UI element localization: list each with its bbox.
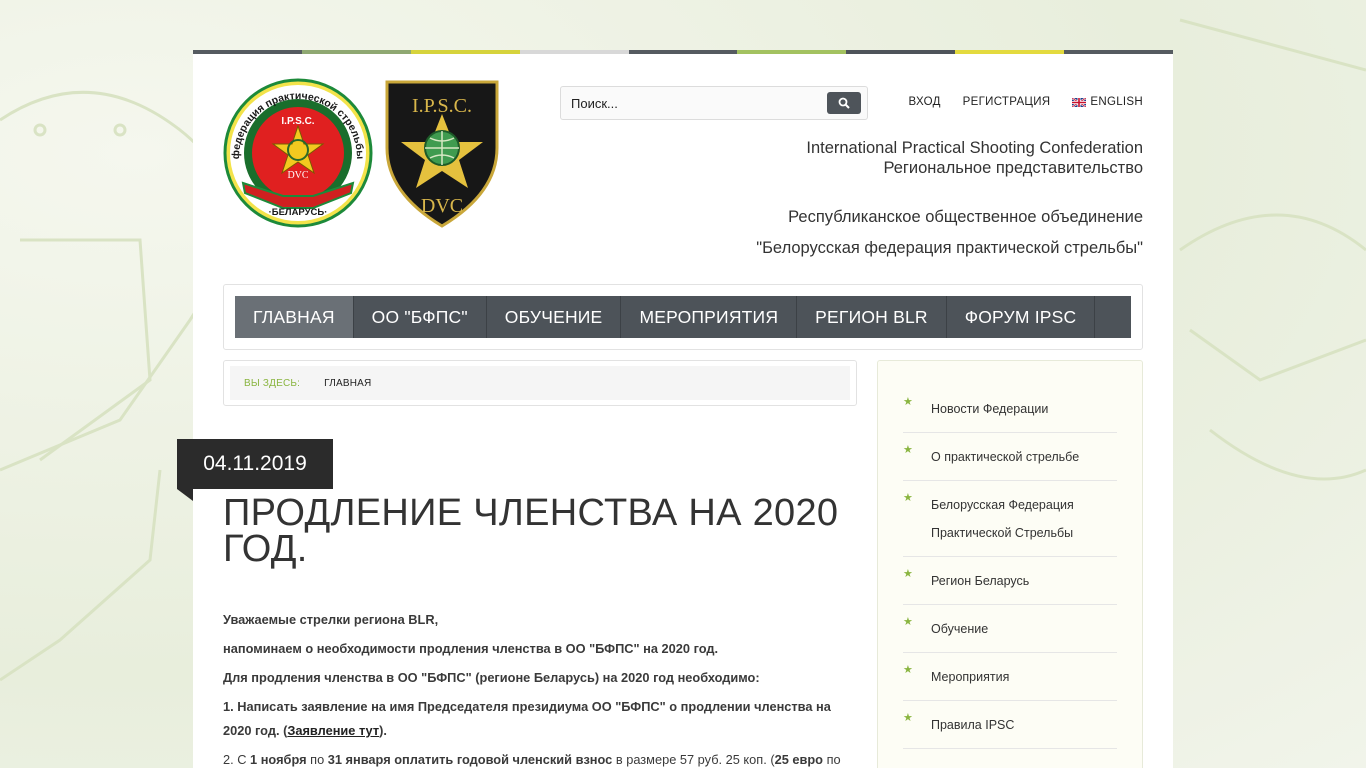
login-link[interactable]: ВХОД [909, 96, 941, 108]
nav-item-forum[interactable]: ФОРУМ IPSC [947, 296, 1096, 338]
post-title[interactable]: ПРОДЛЕНИЕ ЧЛЕНСТВА НА 2020 ГОД. [223, 494, 843, 568]
stripe-segment [955, 50, 1065, 54]
dvc-mark: DVC [421, 195, 463, 217]
tagline-line-1: International Practical Shooting Confede… [806, 139, 1143, 157]
sidebar-item-label: Регион Беларусь [931, 574, 1030, 588]
post-paragraph-3: Для продления членства в ОО "БФПС" (реги… [223, 670, 760, 685]
english-link[interactable]: ENGLISH [1072, 96, 1143, 108]
post-paragraph-2: напоминаем о необходимости продления чле… [223, 641, 719, 656]
ipsc-label-small: I.P.S.C. [281, 116, 314, 127]
star-icon: ★ [903, 664, 913, 676]
search-icon [838, 97, 850, 109]
sidebar-item-label: Белорусская Федерация Практической Стрел… [931, 498, 1074, 540]
p5-e: оплатить годовой членский взнос [390, 752, 613, 767]
application-link[interactable]: Заявление тут [287, 723, 379, 738]
star-icon: ★ [903, 568, 913, 580]
page-container: I.P.S.C. DVC федерация практической стре… [177, 50, 1174, 768]
sidebar-menu: ★ Новости Федерации ★ О практической стрел… [903, 385, 1117, 749]
p5-b: 1 ноября [250, 752, 307, 767]
tagline-line-2: Региональное представительство [883, 159, 1143, 177]
p5-a: 2. С [223, 752, 251, 767]
sidebar-item-training[interactable]: ★ Обучение [903, 605, 1117, 653]
ipsc-tagline: International Practical Shooting Confede… [806, 138, 1143, 178]
sidebar-item-label: Правила IPSC [931, 718, 1015, 732]
star-icon: ★ [903, 444, 913, 456]
stripe-segment [301, 50, 411, 54]
stripe-segment [410, 50, 520, 54]
breadcrumb: ВЫ ЗДЕСЬ: ГЛАВНАЯ [223, 360, 857, 406]
post-date-badge: 04.11.2019 [177, 439, 333, 489]
post-paragraph-4: 1. Написать заявление на имя Председател… [223, 695, 848, 743]
p5-g: 25 евро [774, 752, 824, 767]
search-button[interactable] [827, 92, 861, 114]
breadcrumb-current: ГЛАВНАЯ [324, 377, 372, 389]
stripe-segment [846, 50, 956, 54]
stripe-segment [1064, 50, 1174, 54]
sidebar-item-about-shooting[interactable]: ★ О практической стрельбе [903, 433, 1117, 481]
register-link[interactable]: РЕГИСТРАЦИЯ [963, 96, 1051, 108]
tagline-line-4: "Белорусская федерация практической стре… [756, 239, 1143, 257]
federation-tagline: Республиканское общественное объединение… [756, 202, 1143, 264]
date-badge-tail [177, 489, 193, 501]
nav-item-training[interactable]: ОБУЧЕНИЕ [487, 296, 622, 338]
sidebar-item-label: Мероприятия [931, 670, 1010, 684]
post-body: Уважаемые стрелки региона BLR, напоминае… [223, 608, 848, 768]
sidebar-item-events[interactable]: ★ Мероприятия [903, 653, 1117, 701]
sidebar-item-region[interactable]: ★ Регион Беларусь [903, 557, 1117, 605]
main-nav-wrapper: ГЛАВНАЯ ОО "БФПС" ОБУЧЕНИЕ МЕРОПРИЯТИЯ Р… [223, 284, 1143, 350]
stripe-segment [737, 50, 847, 54]
ipsc-logo[interactable]: I.P.S.C. DVC [383, 78, 501, 228]
sidebar-item-news[interactable]: ★ Новости Федерации [903, 385, 1117, 433]
english-label: ENGLISH [1090, 96, 1143, 108]
search-box [560, 86, 868, 120]
star-icon: ★ [903, 492, 913, 504]
country-label: ·БЕЛАРУСЬ· [269, 207, 328, 218]
stripe-segment [193, 50, 302, 54]
sidebar: ★ Новости Федерации ★ О практической стрел… [877, 360, 1143, 768]
ipsc-title: I.P.S.C. [412, 95, 472, 117]
star-icon: ★ [903, 396, 913, 408]
uk-flag-icon [1072, 97, 1087, 107]
nav-item-home[interactable]: ГЛАВНАЯ [235, 296, 354, 338]
nav-item-region-blr[interactable]: РЕГИОН BLR [797, 296, 947, 338]
p5-f: в размере 57 руб. 25 коп. ( [612, 752, 775, 767]
star-icon: ★ [903, 616, 913, 628]
breadcrumb-label: ВЫ ЗДЕСЬ: [244, 377, 301, 389]
post-paragraph-5: 2. С 1 ноября по 31 января оплатить годо… [223, 748, 848, 768]
sidebar-item-label: Новости Федерации [931, 402, 1049, 416]
stripe-segment [519, 50, 629, 54]
p4-end: ). [379, 723, 387, 738]
sidebar-item-federation[interactable]: ★ Белорусская Федерация Практической Стре… [903, 481, 1117, 557]
p5-d: 31 января [327, 752, 391, 767]
stripe-segment [628, 50, 738, 54]
nav-item-events[interactable]: МЕРОПРИЯТИЯ [621, 296, 798, 338]
sidebar-item-rules[interactable]: ★ Правила IPSC [903, 701, 1117, 749]
breadcrumb-bar: ВЫ ЗДЕСЬ: ГЛАВНАЯ [230, 366, 850, 400]
top-links: ВХОД РЕГИСТРАЦИЯ ENGLISH [909, 96, 1143, 108]
nav-item-federation[interactable]: ОО "БФПС" [354, 296, 487, 338]
top-color-stripe [193, 50, 1174, 54]
post-paragraph-1: Уважаемые стрелки региона BLR, [223, 612, 439, 627]
p5-h: по [823, 752, 841, 767]
main-nav: ГЛАВНАЯ ОО "БФПС" ОБУЧЕНИЕ МЕРОПРИЯТИЯ Р… [235, 296, 1131, 338]
star-icon: ★ [903, 712, 913, 724]
sidebar-item-label: О практической стрельбе [931, 450, 1080, 464]
tagline-line-3: Республиканское общественное объединение [788, 208, 1143, 226]
sidebar-item-label: Обучение [931, 622, 989, 636]
p5-c: по [306, 752, 328, 767]
dvc-label-small: DVC [287, 170, 308, 181]
federation-logo[interactable]: I.P.S.C. DVC федерация практической стре… [223, 78, 373, 228]
search-input[interactable] [565, 90, 821, 116]
